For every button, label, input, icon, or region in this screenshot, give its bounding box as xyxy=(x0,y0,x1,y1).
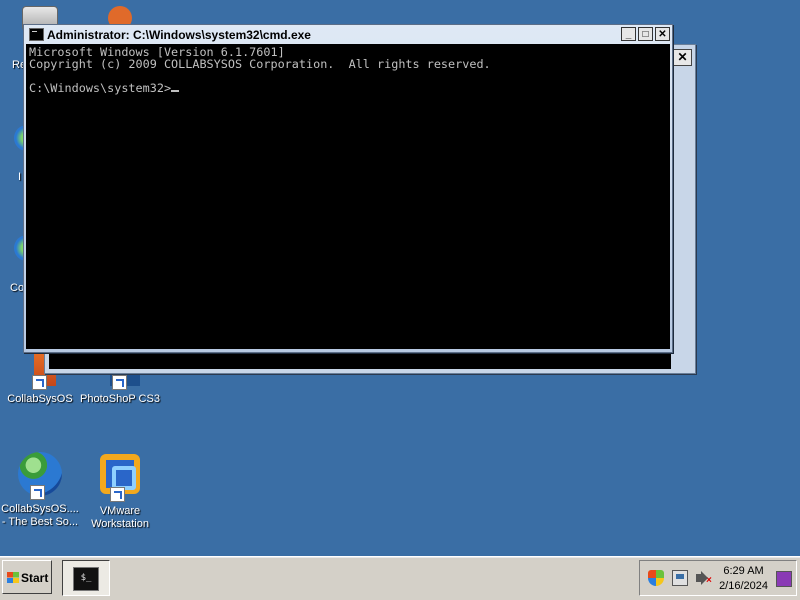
system-tray: × 6:29 AM 2/16/2024 xyxy=(639,560,797,596)
shortcut-arrow-icon xyxy=(112,375,127,390)
text-cursor xyxy=(171,90,180,92)
desktop-icon-label-line2: - The Best So... xyxy=(1,516,79,528)
window-title: Administrator: C:\Windows\system32\cmd.e… xyxy=(47,28,311,42)
terminal-icon: $_ xyxy=(73,567,99,591)
console-line: Copyright (c) 2009 COLLABSYSOS Corporati… xyxy=(29,57,491,71)
desktop-icon-label-line1: CollabSysOS.... xyxy=(1,503,79,515)
taskbar: Start $_ × 6:29 AM 2/16/2024 xyxy=(0,556,800,600)
minimize-button[interactable]: _ xyxy=(621,27,636,41)
shortcut-arrow-icon xyxy=(30,485,45,500)
partial-label-3: Co xyxy=(10,282,25,294)
clock-time: 6:29 AM xyxy=(723,565,764,577)
desktop-icon-vmware[interactable]: VMware Workstation xyxy=(80,450,160,531)
clock[interactable]: 6:29 AM 2/16/2024 xyxy=(719,564,768,594)
desktop-icon-collabsysos-web[interactable]: CollabSysOS.... - The Best So... xyxy=(0,450,80,529)
taskbar-cmd-button[interactable]: $_ xyxy=(62,560,110,596)
console-output[interactable]: Microsoft Windows [Version 6.1.7601] Cop… xyxy=(26,44,670,349)
show-desktop-icon[interactable] xyxy=(776,571,792,587)
globe-icon xyxy=(16,452,64,500)
shortcut-arrow-icon xyxy=(110,487,125,502)
console-prompt: C:\Windows\system32> xyxy=(29,81,172,95)
action-center-icon[interactable] xyxy=(648,570,664,586)
windows-flag-icon xyxy=(7,572,19,583)
maximize-button[interactable]: □ xyxy=(638,27,653,41)
vmware-icon xyxy=(96,454,144,502)
window-titlebar[interactable]: Administrator: C:\Windows\system32\cmd.e… xyxy=(24,25,672,44)
cmd-icon[interactable] xyxy=(29,28,44,41)
partial-label-2: I xyxy=(18,171,22,183)
cmd-window[interactable]: Administrator: C:\Windows\system32\cmd.e… xyxy=(23,24,673,353)
close-button[interactable]: ✕ xyxy=(655,27,670,41)
console-prompt-line: C:\Windows\system32> xyxy=(29,82,667,94)
clock-date: 2/16/2024 xyxy=(719,580,768,592)
desktop-icon-label-line1: VMware xyxy=(99,505,141,517)
background-window-close-button[interactable]: ✕ xyxy=(673,49,692,66)
shortcut-arrow-icon xyxy=(32,375,47,390)
start-button[interactable]: Start xyxy=(2,560,52,594)
desktop-icon-label: CollabSysOS xyxy=(7,393,73,405)
start-label: Start xyxy=(21,571,49,585)
desktop-icon-label: PhotoShoP CS3 xyxy=(80,393,160,405)
volume-muted-icon[interactable]: × xyxy=(695,570,712,586)
network-icon[interactable] xyxy=(672,570,688,586)
desktop-icon-label-line2: Workstation xyxy=(91,518,149,530)
